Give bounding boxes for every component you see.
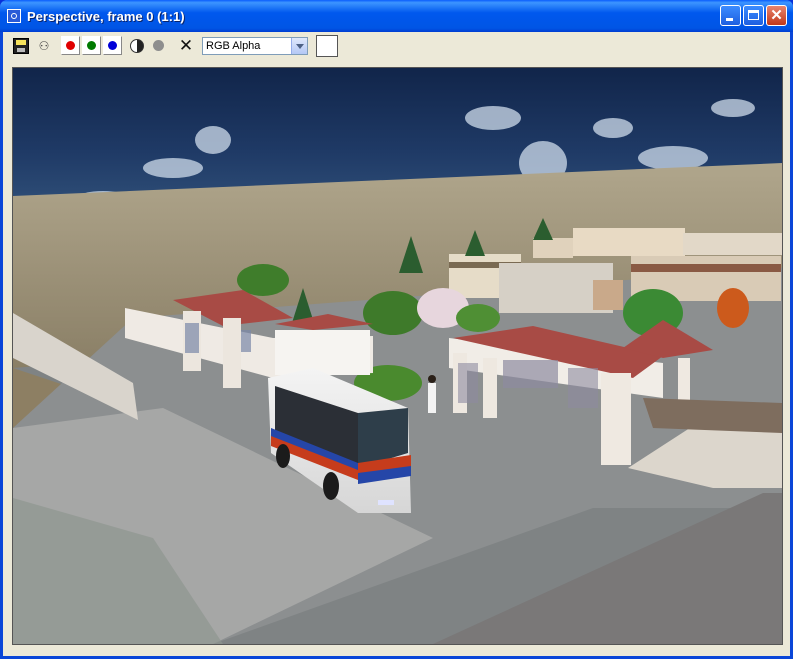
save-icon[interactable] — [13, 37, 29, 54]
app-icon — [7, 9, 21, 23]
window-title: Perspective, frame 0 (1:1) — [27, 8, 185, 24]
render-viewport — [12, 67, 783, 645]
render-toolbar: ⚇ ✕ RGB Alpha — [3, 32, 790, 59]
channel-dropdown[interactable]: RGB Alpha — [202, 36, 308, 55]
red-channel-icon — [66, 41, 75, 50]
channel-toggles — [61, 36, 124, 55]
monochrome-icon[interactable] — [130, 38, 144, 53]
minimize-icon — [726, 18, 733, 21]
maximize-button[interactable] — [743, 5, 764, 26]
channel-dropdown-value: RGB Alpha — [206, 39, 261, 52]
alpha-channel-icon[interactable] — [153, 40, 164, 51]
chevron-down-icon[interactable] — [291, 37, 307, 54]
blue-channel-button[interactable] — [103, 36, 122, 55]
close-icon: ✕ — [770, 7, 783, 24]
render-frame-window: Perspective, frame 0 (1:1) ✕ ⚇ ✕ RGB Alp… — [0, 0, 793, 659]
person-figure — [428, 383, 436, 413]
person-head — [428, 375, 436, 383]
maximize-icon — [748, 10, 759, 20]
blue-channel-icon — [108, 41, 117, 50]
title-bar[interactable]: Perspective, frame 0 (1:1) ✕ — [0, 0, 793, 32]
close-button[interactable]: ✕ — [766, 5, 787, 26]
clone-window-icon[interactable]: ⚇ — [35, 38, 53, 54]
clear-icon[interactable]: ✕ — [178, 36, 194, 55]
red-channel-button[interactable] — [61, 36, 80, 55]
green-channel-button[interactable] — [82, 36, 101, 55]
color-swatch[interactable] — [316, 34, 338, 57]
green-channel-icon — [87, 41, 96, 50]
rendered-scene — [13, 68, 782, 644]
minimize-button[interactable] — [720, 5, 741, 26]
